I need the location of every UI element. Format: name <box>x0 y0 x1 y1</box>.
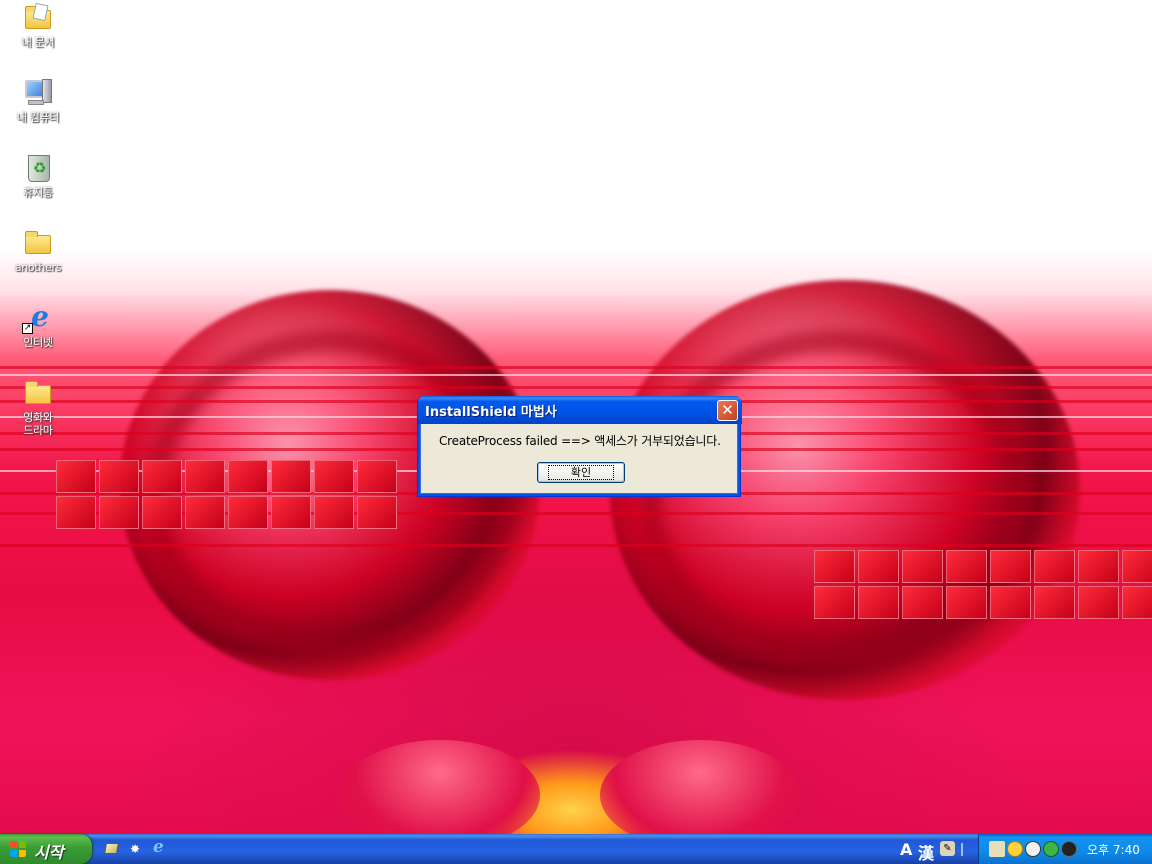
media-player-icon[interactable]: ✸ <box>128 841 144 857</box>
folder-icon <box>22 377 54 409</box>
tray-messenger-icon[interactable] <box>1007 841 1023 857</box>
wallpaper-stripe <box>0 366 1152 369</box>
taskbar: 시작 ✸ e A 漢 ✎ 오후 7:40 <box>0 834 1152 864</box>
desktop-icon-label: 휴지통 <box>23 186 53 199</box>
wallpaper-petal <box>600 740 800 834</box>
desktop-icon-internet[interactable]: e ↗ 인터넷 <box>8 302 68 349</box>
language-bar[interactable]: A 漢 ✎ <box>898 838 976 863</box>
dialog-message: CreateProcess failed ==> 액세스가 거부되었습니다. <box>439 434 721 448</box>
internet-explorer-icon: e ↗ <box>22 300 49 334</box>
wallpaper-stripe <box>0 544 1152 547</box>
start-label: 시작 <box>34 843 64 862</box>
wallpaper-ring-right <box>640 330 1030 670</box>
desktop-icon-movies-dramas[interactable]: 영화와 드라마 <box>8 377 68 437</box>
desktop-icon-label: 인터넷 <box>23 336 53 349</box>
installshield-dialog: InstallShield 마법사 ✕ CreateProcess failed… <box>417 396 742 497</box>
tray-antivirus-icon[interactable] <box>1043 841 1059 857</box>
close-icon[interactable]: ✕ <box>717 400 738 421</box>
tray-update-icon[interactable] <box>1025 841 1041 857</box>
system-tray: 오후 7:40 <box>978 834 1152 864</box>
recycle-bin-icon: ♻ <box>22 152 54 184</box>
ok-button[interactable]: 확인 <box>537 462 625 483</box>
my-computer-icon <box>22 77 54 109</box>
desktop-icon-anothers[interactable]: anothers <box>8 227 68 274</box>
tray-pen-icon[interactable] <box>989 841 1005 857</box>
wallpaper-tiles-left <box>56 460 397 529</box>
desktop: 내 문서 내 컴퓨터 ♻ 휴지통 anothers e ↗ 인터넷 영화와 드라… <box>0 0 1152 834</box>
ok-button-label: 확인 <box>547 465 615 480</box>
my-documents-icon <box>22 2 54 34</box>
folder-icon <box>22 227 54 259</box>
internet-explorer-icon[interactable]: e <box>151 839 167 857</box>
clock[interactable]: 오후 7:40 <box>1087 841 1140 858</box>
dialog-titlebar[interactable]: InstallShield 마법사 ✕ <box>418 396 742 424</box>
language-bar-separator <box>961 843 963 856</box>
desktop-icon-recycle-bin[interactable]: ♻ 휴지통 <box>8 152 68 199</box>
desktop-icon-label: 내 컴퓨터 <box>16 111 60 124</box>
ime-pad-icon[interactable]: ✎ <box>940 841 955 856</box>
start-button[interactable]: 시작 <box>0 834 92 864</box>
wallpaper-petal <box>340 740 540 834</box>
desktop-icon-label: 영화와 드라마 <box>23 411 53 437</box>
dialog-title: InstallShield 마법사 <box>425 405 557 420</box>
desktop-icon-my-documents[interactable]: 내 문서 <box>8 2 68 49</box>
show-desktop-icon[interactable] <box>104 841 120 857</box>
shortcut-arrow-icon: ↗ <box>22 323 33 334</box>
wallpaper-stripe <box>0 386 1152 389</box>
windows-logo-icon <box>10 841 27 857</box>
desktop-icon-label: 내 문서 <box>21 36 55 49</box>
wallpaper-tiles-right <box>814 550 1152 619</box>
ime-mode-label[interactable]: A <box>900 840 912 859</box>
desktop-icon-my-computer[interactable]: 내 컴퓨터 <box>8 77 68 124</box>
wallpaper-stripe <box>0 374 1152 376</box>
tray-network-icon[interactable] <box>1061 841 1077 857</box>
ime-hanja-label[interactable]: 漢 <box>918 840 934 864</box>
desktop-icon-label: anothers <box>14 261 62 274</box>
